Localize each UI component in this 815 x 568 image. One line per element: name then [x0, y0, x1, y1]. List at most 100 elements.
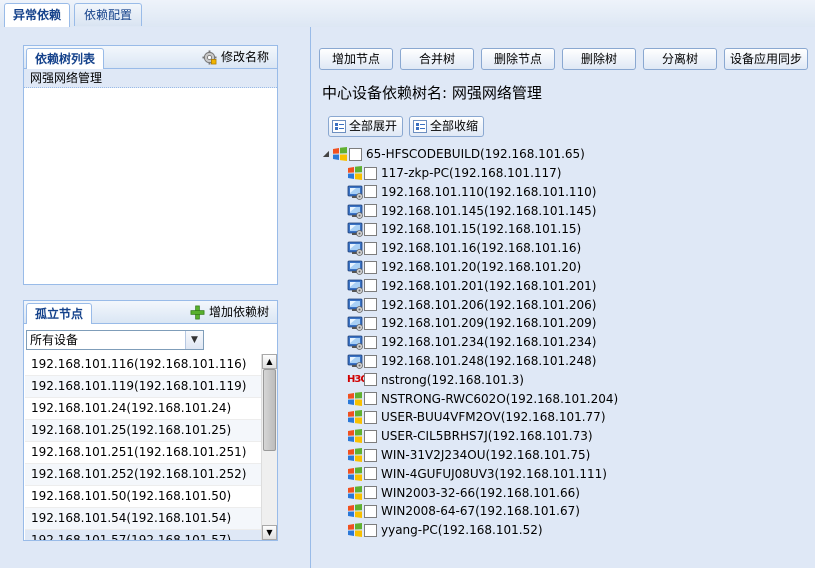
tree-node-label: 117-zkp-PC(192.168.101.117): [381, 166, 562, 180]
tree-node-label: WIN2008-64-67(192.168.101.67): [381, 504, 580, 519]
list-item-dependency-tree[interactable]: 网强网络管理: [24, 69, 277, 88]
tab-dependency-config[interactable]: 依赖配置: [74, 3, 142, 26]
node-checkbox[interactable]: [364, 185, 377, 199]
tree-node[interactable]: 192.168.101.248(192.168.101.248): [347, 352, 596, 370]
windows-icon: [347, 428, 363, 444]
windows-icon: [347, 466, 363, 482]
tree-node-label: 192.168.101.201(192.168.101.201): [381, 278, 597, 293]
split-tree-button[interactable]: 分离树: [643, 48, 717, 70]
collapse-all-label: 全部收缩: [430, 119, 479, 133]
tree-node[interactable]: 192.168.101.145(192.168.101.145): [347, 202, 596, 220]
tree-node-label: 192.168.101.20(192.168.101.20): [381, 260, 582, 274]
add-dependency-tree-button[interactable]: 增加依赖树: [190, 304, 269, 320]
tree-node[interactable]: 192.168.101.20(192.168.101.20): [347, 258, 581, 276]
tree-node[interactable]: WIN-4GUFUJ08UV3(192.168.101.111): [347, 465, 607, 483]
add-node-button[interactable]: 增加节点: [319, 48, 393, 70]
node-checkbox[interactable]: [364, 486, 377, 500]
tree-node[interactable]: H3C nstrong(192.168.101.3): [347, 371, 524, 389]
delete-tree-button[interactable]: 删除树: [562, 48, 636, 70]
node-checkbox[interactable]: [364, 204, 377, 218]
node-checkbox[interactable]: [364, 260, 377, 274]
tab-abnormal-dependency[interactable]: 异常依赖: [4, 3, 70, 28]
rename-button[interactable]: 修改名称: [202, 49, 269, 65]
dependency-tree-list-header: 依赖树列表 修改名称: [24, 46, 277, 69]
tree-node[interactable]: NSTRONG-RWC602O(192.168.101.204): [347, 390, 618, 408]
pane-divider: [310, 27, 311, 568]
tree-node-label: 192.168.101.206(192.168.101.206): [381, 297, 597, 312]
server-icon: [347, 203, 363, 219]
collapse-all-button[interactable]: 全部收缩: [409, 116, 485, 137]
plus-icon: [190, 305, 205, 320]
node-checkbox[interactable]: [349, 147, 362, 161]
node-checkbox[interactable]: [364, 467, 377, 481]
node-checkbox[interactable]: [364, 373, 377, 387]
tree-node-label: 65-HFSCODEBUILD(192.168.101.65): [366, 147, 585, 161]
tree-node[interactable]: USER-CIL5BRHS7J(192.168.101.73): [347, 427, 593, 445]
tree-node[interactable]: USER-BUU4VFM2OV(192.168.101.77): [347, 408, 606, 426]
list-item[interactable]: 192.168.101.50(192.168.101.50): [25, 486, 277, 508]
node-checkbox[interactable]: [364, 335, 377, 349]
tree-node[interactable]: WIN2003-32-66(192.168.101.66): [347, 484, 580, 502]
device-filter-select[interactable]: 所有设备 ▼: [26, 330, 204, 350]
orphan-list-scrollbar[interactable]: ▲ ▼: [261, 354, 277, 540]
tree-root-node[interactable]: ◢ 65-HFSCODEBUILD(192.168.101.65): [321, 145, 585, 163]
tree-node[interactable]: 192.168.101.201(192.168.101.201): [347, 277, 596, 295]
node-checkbox[interactable]: [364, 410, 377, 424]
tree-node[interactable]: 192.168.101.110(192.168.101.110): [347, 183, 596, 201]
node-checkbox[interactable]: [364, 354, 377, 368]
delete-node-button[interactable]: 删除节点: [481, 48, 555, 70]
windows-icon: [347, 485, 363, 501]
tree-node[interactable]: WIN2008-64-67(192.168.101.67): [347, 502, 580, 520]
node-checkbox[interactable]: [364, 241, 377, 255]
scrollbar-thumb[interactable]: [263, 369, 276, 451]
device-app-sync-button[interactable]: 设备应用同步: [724, 48, 808, 70]
tree-node-label: 192.168.101.110(192.168.101.110): [381, 184, 597, 199]
tree-node-label: nstrong(192.168.101.3): [381, 372, 524, 387]
list-item[interactable]: 192.168.101.54(192.168.101.54): [25, 508, 277, 530]
tree-node[interactable]: yyang-PC(192.168.101.52): [347, 521, 543, 539]
node-checkbox[interactable]: [364, 298, 377, 312]
orphan-nodes-panel: 孤立节点 增加依赖树 所有设备 ▼ 192.168.101.116(192.16…: [23, 300, 278, 541]
list-item[interactable]: 192.168.101.24(192.168.101.24): [25, 398, 277, 420]
node-checkbox[interactable]: [364, 523, 377, 537]
tree-node[interactable]: 192.168.101.16(192.168.101.16): [347, 239, 581, 257]
node-checkbox[interactable]: [364, 429, 377, 443]
tree-node[interactable]: 192.168.101.209(192.168.101.209): [347, 314, 596, 332]
tree-node[interactable]: 192.168.101.15(192.168.101.15): [347, 220, 581, 238]
list-item[interactable]: 192.168.101.57(192.168.101.57): [25, 530, 277, 540]
windows-icon: [347, 447, 363, 463]
list-item[interactable]: 192.168.101.116(192.168.101.116): [25, 354, 277, 376]
collapse-triangle-icon[interactable]: ◢: [321, 145, 331, 163]
gear-icon: [202, 49, 217, 65]
tree-node-label: 192.168.101.16(192.168.101.16): [381, 241, 582, 256]
node-checkbox[interactable]: [364, 392, 377, 406]
node-checkbox[interactable]: [364, 166, 377, 180]
rename-label: 修改名称: [220, 50, 269, 64]
scroll-up-icon[interactable]: ▲: [262, 354, 277, 369]
expand-all-button[interactable]: 全部展开: [328, 116, 404, 137]
tree-node[interactable]: 117-zkp-PC(192.168.101.117): [347, 164, 561, 182]
list-item[interactable]: 192.168.101.25(192.168.101.25): [25, 420, 277, 442]
tree-node[interactable]: 192.168.101.234(192.168.101.234): [347, 333, 596, 351]
tree-node[interactable]: WIN-31V2J234OU(192.168.101.75): [347, 446, 590, 464]
windows-icon: [347, 503, 363, 519]
node-checkbox[interactable]: [364, 279, 377, 293]
merge-tree-button[interactable]: 合并树: [400, 48, 474, 70]
tree-node[interactable]: 192.168.101.206(192.168.101.206): [347, 296, 596, 314]
list-item[interactable]: 192.168.101.252(192.168.101.252): [25, 464, 277, 486]
list-item[interactable]: 192.168.101.119(192.168.101.119): [25, 376, 277, 398]
node-checkbox[interactable]: [364, 504, 377, 518]
server-icon: [347, 184, 363, 200]
node-checkbox[interactable]: [364, 316, 377, 330]
chevron-down-icon[interactable]: ▼: [185, 331, 203, 349]
scroll-down-icon[interactable]: ▼: [262, 525, 277, 540]
node-checkbox[interactable]: [364, 222, 377, 236]
windows-icon: [347, 165, 363, 181]
orphan-nodes-tab[interactable]: 孤立节点: [26, 303, 93, 324]
tree-node-label: 192.168.101.209(192.168.101.209): [381, 316, 597, 331]
tree-node-label: USER-BUU4VFM2OV(192.168.101.77): [381, 410, 606, 425]
node-checkbox[interactable]: [364, 448, 377, 462]
dependency-tree-list-tab[interactable]: 依赖树列表: [26, 48, 105, 69]
list-item[interactable]: 192.168.101.251(192.168.101.251): [25, 442, 277, 464]
server-icon: [347, 315, 363, 332]
